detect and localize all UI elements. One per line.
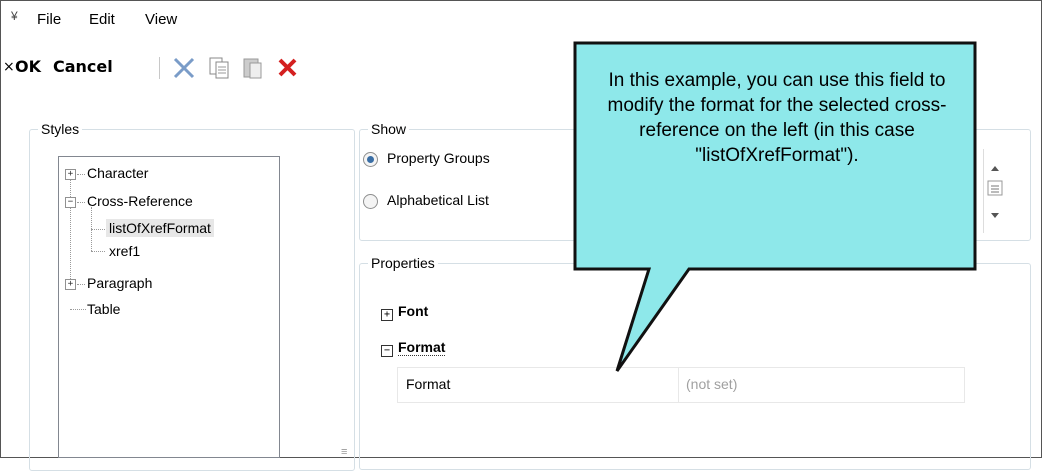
- callout-text: In this example, you can use this field …: [607, 70, 947, 166]
- editor-window: ¥ File Edit View × OK Cancel Styles + Ch…: [0, 0, 1042, 471]
